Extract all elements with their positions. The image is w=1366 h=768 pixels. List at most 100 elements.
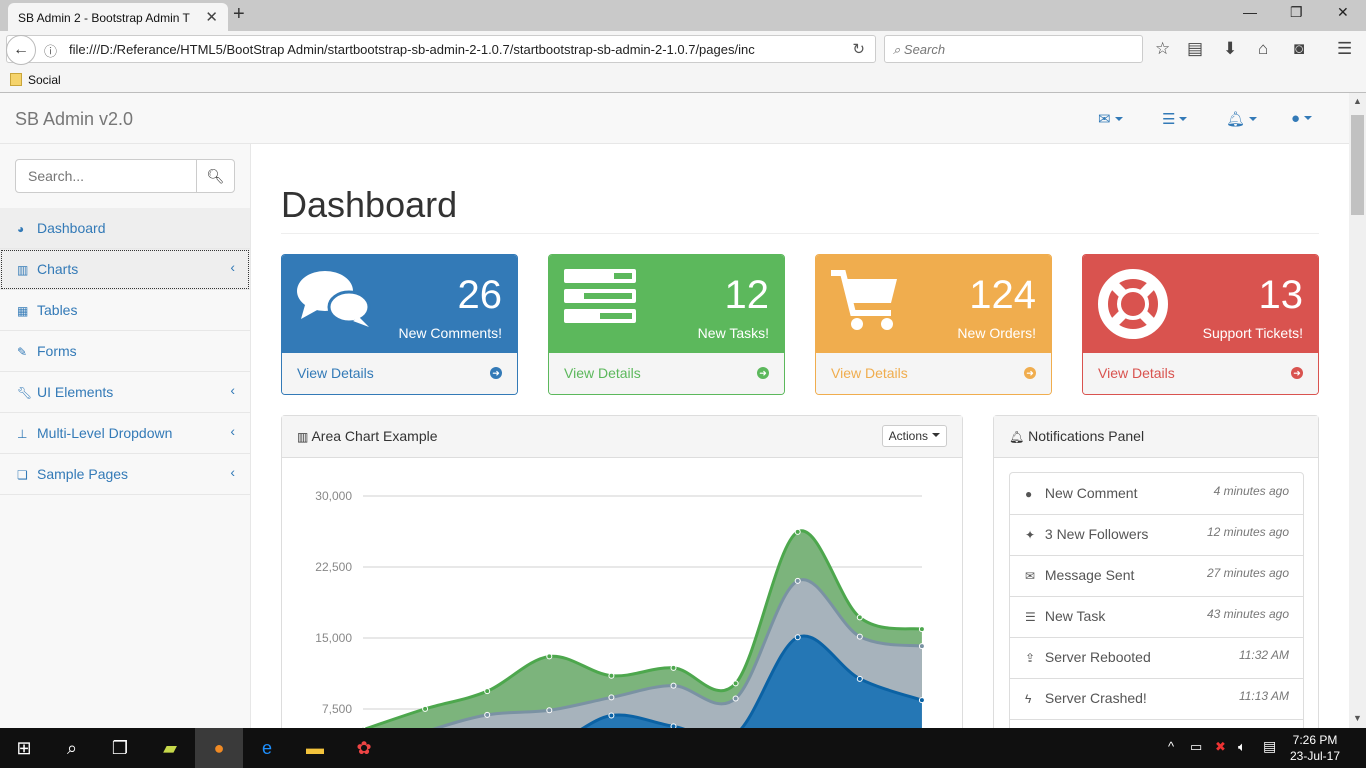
data-point[interactable] <box>856 614 863 621</box>
scrollbar-thumb[interactable] <box>1351 115 1364 215</box>
info-icon[interactable]: ⓘ <box>44 41 57 60</box>
sidebar-item-sample-pages[interactable]: ❏ Sample Pages ‹ <box>0 454 250 495</box>
battery-icon[interactable]: ▭ <box>1190 739 1202 755</box>
new-tab-button[interactable]: + <box>233 3 245 26</box>
download-icon[interactable]: ⬇ <box>1223 39 1237 59</box>
url-text[interactable]: file:///D:/Referance/HTML5/BootStrap Adm… <box>69 42 829 57</box>
envelope-icon: ✉ <box>1025 569 1036 583</box>
alerts-dropdown[interactable]: 🔔︎ <box>1226 110 1258 128</box>
data-point[interactable] <box>484 688 491 695</box>
data-point[interactable] <box>422 705 429 712</box>
data-point[interactable] <box>546 653 553 660</box>
minimize-icon[interactable]: — <box>1243 4 1257 20</box>
clock[interactable]: 7:26 PM 23-Jul-17 <box>1290 732 1340 764</box>
app-icon[interactable]: ▰ <box>146 728 194 768</box>
notification-time: 12 minutes ago <box>1206 525 1289 539</box>
data-point[interactable] <box>794 634 801 641</box>
data-point[interactable] <box>608 672 615 679</box>
tray-chevron-icon[interactable]: ^ <box>1168 739 1174 754</box>
bell-icon: 🔔︎ <box>1226 111 1246 128</box>
close-tab-icon[interactable]: ✕ <box>205 8 218 26</box>
notification-item[interactable]: ☰ New Task 43 minutes ago <box>1009 596 1304 638</box>
bookmark-label: Social <box>28 73 61 87</box>
user-dropdown[interactable]: ● <box>1291 110 1313 127</box>
data-point[interactable] <box>546 707 553 714</box>
notification-label: Message Sent <box>1044 567 1135 583</box>
sidebar-item-dashboard[interactable]: ◕ Dashboard <box>0 208 250 249</box>
action-center-icon[interactable]: ▤ <box>1263 738 1276 755</box>
data-point[interactable] <box>608 712 615 719</box>
scroll-down-icon[interactable]: ▼ <box>1353 713 1362 723</box>
notification-item[interactable]: ⇪ Server Rebooted 11:32 AM <box>1009 637 1304 679</box>
browser-search-input[interactable]: ⌕ Search <box>884 35 1143 63</box>
data-point[interactable] <box>484 711 491 718</box>
firefox-icon[interactable]: ● <box>195 728 243 768</box>
view-details-link[interactable]: View Details ➜ <box>549 353 784 394</box>
data-point[interactable] <box>856 633 863 640</box>
sidebar-item-label: Sample Pages <box>37 466 129 482</box>
link-label: View Details <box>831 365 908 381</box>
back-button[interactable]: ← <box>6 35 36 65</box>
data-point[interactable] <box>732 695 739 702</box>
caret-down-icon <box>932 433 940 437</box>
notification-item[interactable]: ✉ Message Sent 27 minutes ago <box>1009 555 1304 597</box>
data-point[interactable] <box>608 694 615 701</box>
chevron-left-icon: ‹ <box>230 259 235 275</box>
data-point[interactable] <box>856 675 863 682</box>
main-content: Dashboard 26 New Comments! View Details ➜ 12… <box>251 144 1349 743</box>
y-tick-label: 15,000 <box>315 631 352 645</box>
notification-item[interactable]: ✦ 3 New Followers 12 minutes ago <box>1009 514 1304 556</box>
data-point[interactable] <box>670 682 677 689</box>
data-point[interactable] <box>918 626 925 633</box>
view-details-link[interactable]: View Details ➜ <box>816 353 1051 394</box>
sidebar-search: 🔍︎ <box>15 159 235 193</box>
file-explorer-icon[interactable]: ▬ <box>291 728 339 768</box>
browser-tab[interactable]: SB Admin 2 - Bootstrap Admin T ✕ <box>8 3 228 31</box>
search-icon[interactable]: ⌕ <box>48 728 96 768</box>
data-point[interactable] <box>732 680 739 687</box>
bookmark-social[interactable]: Social <box>10 73 61 87</box>
sidebar-item-ui-elements[interactable]: 🔧︎ UI Elements ‹ <box>0 372 250 413</box>
sidebar-item-charts[interactable]: ▥ Charts ‹ <box>0 249 250 290</box>
app-icon[interactable]: ✿ <box>340 728 388 768</box>
sidebar-item-forms[interactable]: ✎ Forms <box>0 331 250 372</box>
brand[interactable]: SB Admin v2.0 <box>15 109 133 130</box>
scroll-up-icon[interactable]: ▲ <box>1353 96 1362 106</box>
sidebar-item-tables[interactable]: ▦ Tables <box>0 290 250 331</box>
sidebar-search-input[interactable] <box>15 159 197 193</box>
notification-label: 3 New Followers <box>1044 526 1149 542</box>
view-details-link[interactable]: View Details ➜ <box>282 353 517 394</box>
page-scrollbar[interactable]: ▲ ▼ <box>1349 93 1366 728</box>
bar-chart-icon: ▥ <box>297 430 309 444</box>
volume-icon[interactable]: 🔈︎ <box>1238 739 1246 755</box>
restore-icon[interactable]: ❐ <box>1290 4 1303 21</box>
menu-icon[interactable]: ☰ <box>1337 39 1352 59</box>
reading-list-icon[interactable]: ▤ <box>1187 39 1203 59</box>
windows-start-icon[interactable]: ⊞ <box>0 728 48 768</box>
sidebar-item-multi-level-dropdown[interactable]: ⊥ Multi-Level Dropdown ‹ <box>0 413 250 454</box>
bookmark-star-icon[interactable]: ☆ <box>1155 39 1170 59</box>
data-point[interactable] <box>918 643 925 650</box>
data-point[interactable] <box>794 577 801 584</box>
data-point[interactable] <box>918 697 925 704</box>
pocket-icon[interactable]: ◙ <box>1294 39 1304 59</box>
close-window-icon[interactable]: ✕ <box>1337 4 1349 21</box>
data-point[interactable] <box>670 664 677 671</box>
address-bar[interactable]: ← ⓘ file:///D:/Referance/HTML5/BootStrap… <box>6 35 876 65</box>
notification-item[interactable]: ● New Comment 4 minutes ago <box>1009 472 1304 515</box>
data-point[interactable] <box>794 528 801 535</box>
home-icon[interactable]: ⌂ <box>1258 39 1268 59</box>
network-icon[interactable]: ✖ <box>1215 739 1226 755</box>
reload-icon[interactable]: ↻ <box>852 40 865 58</box>
tasks-dropdown[interactable]: ☰ <box>1162 110 1188 128</box>
search-button[interactable]: 🔍︎ <box>196 159 235 193</box>
notification-label: New Comment <box>1044 485 1138 501</box>
view-details-link[interactable]: View Details ➜ <box>1083 353 1318 394</box>
edge-icon[interactable]: e <box>243 728 291 768</box>
task-view-icon[interactable]: ❐ <box>96 728 144 768</box>
twitter-icon: ✦ <box>1025 528 1036 542</box>
card-label: New Orders! <box>957 325 1036 341</box>
messages-dropdown[interactable]: ✉ <box>1098 110 1123 128</box>
actions-dropdown[interactable]: Actions <box>881 425 947 447</box>
notification-item[interactable]: ϟ Server Crashed! 11:13 AM <box>1009 678 1304 720</box>
